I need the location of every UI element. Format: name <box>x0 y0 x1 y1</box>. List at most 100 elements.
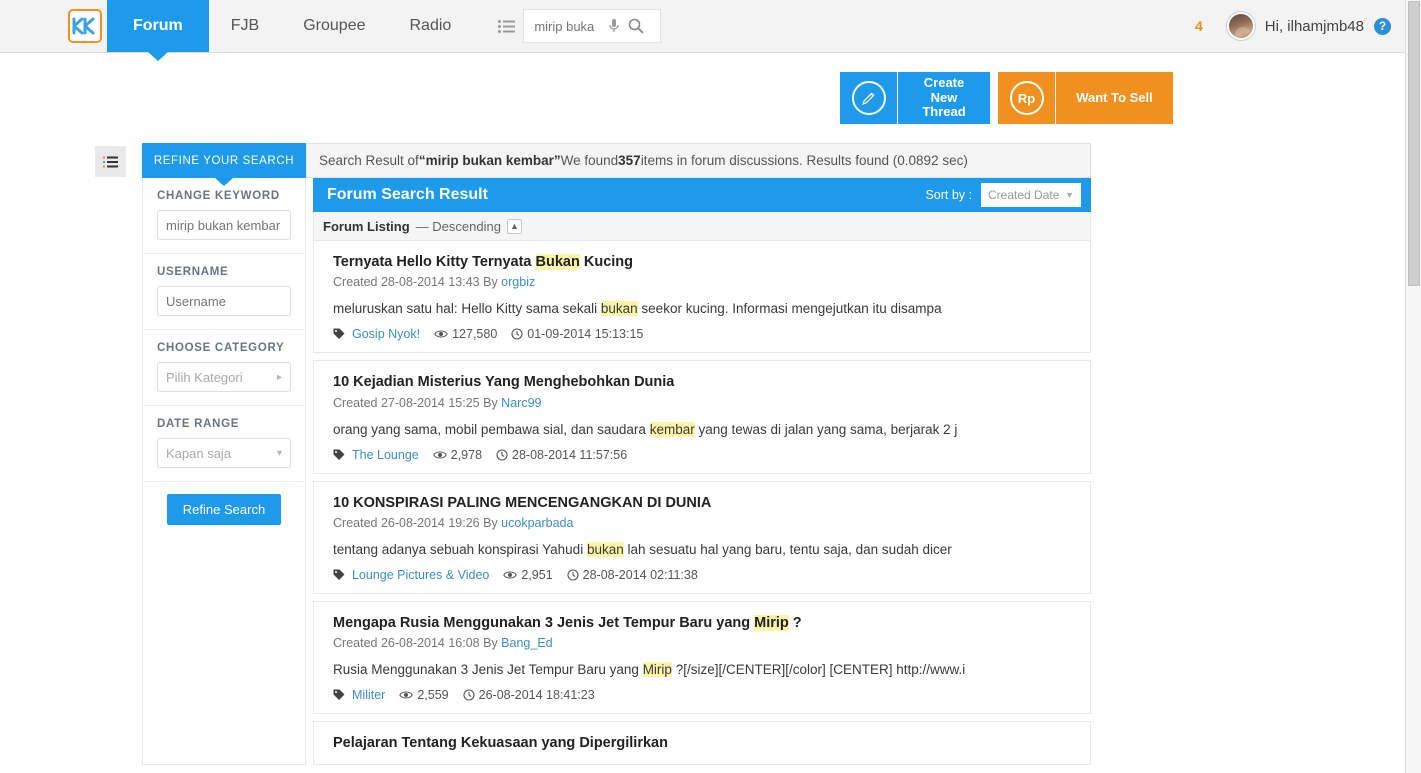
highlight-term: bukan <box>600 301 638 317</box>
search-result-item[interactable]: Ternyata Hello Kitty Ternyata Bukan Kuci… <box>313 241 1091 354</box>
tag-icon <box>333 569 345 581</box>
result-author-link[interactable]: orgbiz <box>501 275 535 289</box>
nav-item-label: FJB <box>230 17 260 34</box>
result-snippet: Rusia Menggunakan 3 Jenis Jet Tempur Bar… <box>333 662 1076 678</box>
result-views: 127,580 <box>434 327 497 341</box>
search-icon[interactable] <box>628 18 644 34</box>
summary-query: “mirip bukan kembar” <box>418 153 561 168</box>
chevron-up-icon[interactable]: ▲ <box>506 218 522 234</box>
filter-choose-category: CHOOSE CATEGORY Pilih Kategori ▸ <box>143 330 305 406</box>
result-author-link[interactable]: Bang_Ed <box>501 636 552 650</box>
date-text: 28-08-2014 11:57:56 <box>512 447 628 462</box>
eye-icon <box>399 690 414 700</box>
search-result-summary: Search Result of “mirip bukan kembar” We… <box>306 143 1091 178</box>
result-snippet: orang yang sama, mobil pembawa sial, dan… <box>333 421 1076 437</box>
kaskus-k-icon <box>72 17 94 35</box>
clock-icon <box>511 328 523 340</box>
created-text: Created 26-08-2014 19:26 By <box>333 515 502 530</box>
nav-item-fjb[interactable]: FJB <box>209 0 281 52</box>
avatar[interactable] <box>1226 12 1255 40</box>
nav-item-radio[interactable]: Radio <box>388 0 474 52</box>
rupiah-icon-text: Rp <box>1009 81 1044 115</box>
search-result-item[interactable]: Mengapa Rusia Menggunakan 3 Jenis Jet Te… <box>313 600 1091 715</box>
result-created: Created 26-08-2014 19:26 By ucokparbada <box>333 516 1076 530</box>
microphone-icon[interactable] <box>608 18 620 34</box>
views-count: 127,580 <box>452 327 498 342</box>
result-meta: Militer 2,559 26-08-2014 18:41:23 <box>333 688 1076 702</box>
refine-search-button[interactable]: Refine Search <box>166 494 282 525</box>
result-snippet: tentang adanya sebuah konspirasi Yahudi … <box>333 541 1076 557</box>
nav-search-area <box>489 0 662 52</box>
snippet-text: lah sesuatu hal yang baru, tentu saja, d… <box>623 541 952 557</box>
snippet-text: tentang adanya sebuah konspirasi Yahudi <box>333 541 587 557</box>
views-count: 2,559 <box>417 688 449 703</box>
main-nav-items: Forum FJB Groupee Radio <box>107 0 473 52</box>
snippet-text: seekor kucing. Informasi mengejutkan itu… <box>637 301 942 317</box>
nav-item-forum[interactable]: Forum <box>107 0 209 52</box>
result-title[interactable]: Pelajaran Tentang Kekuasaan yang Dipergi… <box>333 734 1076 753</box>
title-text: Mengapa Rusia Menggunakan 3 Jenis Jet Te… <box>333 614 755 631</box>
want-to-sell-button[interactable]: Rp Want To Sell <box>998 72 1173 124</box>
result-views: 2,559 <box>399 688 449 703</box>
result-title[interactable]: Ternyata Hello Kitty Ternyata Bukan Kuci… <box>333 253 1076 272</box>
sort-by-value: Created Date <box>988 188 1060 202</box>
created-text: Created 26-08-2014 16:08 By <box>333 636 502 651</box>
nav-item-groupee[interactable]: Groupee <box>281 0 387 52</box>
date-text: 26-08-2014 18:41:23 <box>478 688 595 703</box>
result-category-link[interactable]: The Lounge <box>352 448 419 462</box>
listing-label: Forum Listing <box>323 218 410 234</box>
search-input[interactable] <box>534 18 609 34</box>
help-icon[interactable]: ? <box>1374 17 1391 35</box>
category-list-icon[interactable] <box>489 9 523 43</box>
pencil-icon <box>840 72 898 124</box>
result-title[interactable]: Mengapa Rusia Menggunakan 3 Jenis Jet Te… <box>333 614 1076 633</box>
summary-middle: We found <box>560 153 619 168</box>
results-column: Forum Search Result Sort by : Created Da… <box>313 178 1091 766</box>
chevron-down-icon: ▾ <box>276 447 282 459</box>
result-meta: Lounge Pictures & Video 2,951 28-08-2014 0… <box>333 568 1076 582</box>
created-text: Created 27-08-2014 15:25 By <box>333 395 502 410</box>
notification-badge[interactable]: 4 <box>1195 18 1203 34</box>
user-greeting: Hi, ilhamjmb48 <box>1264 17 1364 35</box>
list-toggle-icon <box>103 156 118 167</box>
search-result-item[interactable]: 10 KONSPIRASI PALING MENCENGANGKAN DI DU… <box>313 480 1091 594</box>
eye-icon <box>503 570 518 580</box>
filter-label: DATE RANGE <box>157 418 240 430</box>
main-area: REFINE YOUR SEARCH Search Result of “mir… <box>142 143 1091 766</box>
username-input[interactable] <box>157 286 291 316</box>
search-box[interactable] <box>523 9 662 43</box>
highlight-term: bukan <box>586 541 624 557</box>
site-logo[interactable] <box>62 0 107 52</box>
refine-tab-label: REFINE YOUR SEARCH <box>153 154 295 167</box>
result-date: 26-08-2014 18:41:23 <box>463 688 595 702</box>
sort-by-select[interactable]: Created Date ▼ <box>981 183 1081 207</box>
date-range-select[interactable]: Kapan saja ▾ <box>157 438 291 468</box>
create-new-thread-button[interactable]: Create New Thread <box>840 72 990 124</box>
sort-controls: Sort by : Created Date ▼ <box>925 183 1081 207</box>
result-title[interactable]: 10 KONSPIRASI PALING MENCENGANGKAN DI DU… <box>333 494 1076 513</box>
tag-icon <box>333 689 345 701</box>
result-category-link[interactable]: Militer <box>352 688 385 702</box>
result-category-link[interactable]: Gosip Nyok! <box>352 327 420 341</box>
result-meta: Gosip Nyok! 127,580 01-09-2014 15:13:15 <box>333 327 1076 341</box>
change-keyword-input[interactable] <box>157 210 291 240</box>
sort-by-label: Sort by : <box>925 188 972 202</box>
result-category-link[interactable]: Lounge Pictures & Video <box>352 568 489 582</box>
eye-icon <box>432 450 447 460</box>
summary-suffix: items in forum discussions. Results foun… <box>640 153 968 168</box>
refine-your-search-tab[interactable]: REFINE YOUR SEARCH <box>142 143 306 178</box>
create-new-thread-label: Create New Thread <box>898 72 990 124</box>
choose-category-select[interactable]: Pilih Kategori ▸ <box>157 362 291 392</box>
filter-label: CHOOSE CATEGORY <box>157 342 285 354</box>
filter-change-keyword: CHANGE KEYWORD <box>143 178 305 254</box>
result-title[interactable]: 10 Kejadian Misterius Yang Menghebohkan … <box>333 373 1076 392</box>
result-date: 01-09-2014 15:13:15 <box>511 327 643 341</box>
sidebar-toggle-button[interactable] <box>95 146 126 177</box>
vertical-scrollbar[interactable] <box>1405 0 1421 773</box>
scrollbar-thumb[interactable] <box>1408 1 1420 286</box>
result-author-link[interactable]: Narc99 <box>501 396 541 410</box>
forum-listing-bar: Forum Listing — Descending ▲ <box>313 212 1091 241</box>
search-result-item[interactable]: Pelajaran Tentang Kekuasaan yang Dipergi… <box>313 721 1091 766</box>
result-author-link[interactable]: ucokparbada <box>501 516 573 530</box>
search-result-item[interactable]: 10 Kejadian Misterius Yang Menghebohkan … <box>313 360 1091 474</box>
